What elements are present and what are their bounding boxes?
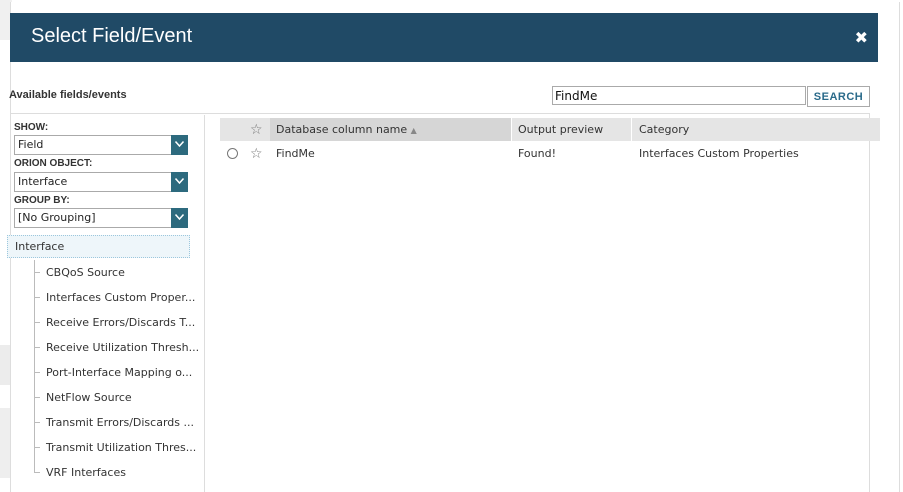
tree-root-interface[interactable]: Interface	[7, 235, 190, 258]
group-by-select-value: [No Grouping]	[18, 211, 96, 224]
tree-item-label: CBQoS Source	[46, 266, 125, 279]
tree-item[interactable]: CBQoS Source	[24, 260, 194, 285]
search-button[interactable]: SEARCH	[807, 86, 870, 107]
tree-item-label: VRF Interfaces	[46, 466, 126, 479]
show-select[interactable]: Field	[14, 135, 188, 155]
row-select-radio[interactable]	[227, 148, 238, 159]
tree-item[interactable]: Transmit Utilization Thres...	[24, 435, 197, 460]
column-header-category[interactable]: Category	[639, 118, 689, 141]
close-icon[interactable]: ✖	[855, 28, 868, 47]
orion-object-select-value: Interface	[18, 175, 68, 188]
grid-header: ☆ Database column name ▲ Output preview …	[220, 118, 880, 141]
dialog-title: Select Field/Event	[31, 25, 193, 47]
chevron-down-icon[interactable]	[171, 172, 188, 192]
tree-item[interactable]: Transmit Errors/Discards ...	[24, 410, 194, 435]
tree-connector	[34, 372, 40, 373]
tree-connector	[34, 272, 40, 273]
tree-connector	[34, 397, 40, 398]
row-preview-cell: Found!	[518, 147, 557, 160]
column-header-name[interactable]: Database column name ▲	[276, 118, 417, 142]
star-icon[interactable]: ☆	[250, 147, 263, 161]
tree-connector	[34, 447, 40, 448]
column-header-preview[interactable]: Output preview	[518, 118, 603, 141]
orion-object-select[interactable]: Interface	[14, 172, 188, 192]
show-label: SHOW:	[14, 122, 49, 133]
tree-item-label: Receive Errors/Discards T...	[46, 316, 196, 329]
dialog-titlebar: Select Field/Event ✖	[10, 13, 878, 62]
sort-ascending-icon: ▲	[410, 126, 417, 135]
column-header-name-label: Database column name	[276, 123, 408, 136]
tree-connector	[34, 472, 40, 473]
search-input[interactable]	[552, 86, 806, 105]
tree-connector	[34, 422, 40, 423]
group-by-select[interactable]: [No Grouping]	[14, 208, 188, 228]
available-fields-label: Available fields/events	[9, 89, 127, 101]
orion-object-label: ORION OBJECT:	[14, 158, 93, 169]
tree-item[interactable]: Receive Errors/Discards T...	[24, 310, 196, 335]
tree-item-label: NetFlow Source	[46, 391, 132, 404]
tree-item[interactable]: Receive Utilization Thresh...	[24, 335, 199, 360]
column-separator	[511, 118, 512, 141]
chevron-down-icon[interactable]	[171, 135, 188, 155]
tree-item-label: Transmit Errors/Discards ...	[46, 416, 194, 429]
chevron-down-icon[interactable]	[171, 208, 188, 228]
tree-connector	[34, 347, 40, 348]
row-category-cell: Interfaces Custom Properties	[639, 147, 799, 160]
tree-item-label: Interfaces Custom Proper...	[46, 291, 196, 304]
tree-item[interactable]: Port-Interface Mapping o...	[24, 360, 194, 385]
row-name-cell: FindMe	[276, 147, 315, 160]
group-by-label: GROUP BY:	[14, 195, 70, 206]
tree-item-label: Port-Interface Mapping o...	[46, 366, 193, 379]
tree-connector	[34, 322, 40, 323]
star-icon[interactable]: ☆	[250, 123, 263, 137]
tree-connector	[34, 297, 40, 298]
column-separator	[631, 118, 632, 141]
tree-item[interactable]: VRF Interfaces	[24, 460, 194, 485]
show-select-value: Field	[18, 138, 44, 151]
tree-item-label: Transmit Utilization Thres...	[46, 441, 197, 454]
tree-item[interactable]: Interfaces Custom Proper...	[24, 285, 196, 310]
tree-item[interactable]: NetFlow Source	[24, 385, 194, 410]
tree-item-label: Receive Utilization Thresh...	[46, 341, 200, 354]
